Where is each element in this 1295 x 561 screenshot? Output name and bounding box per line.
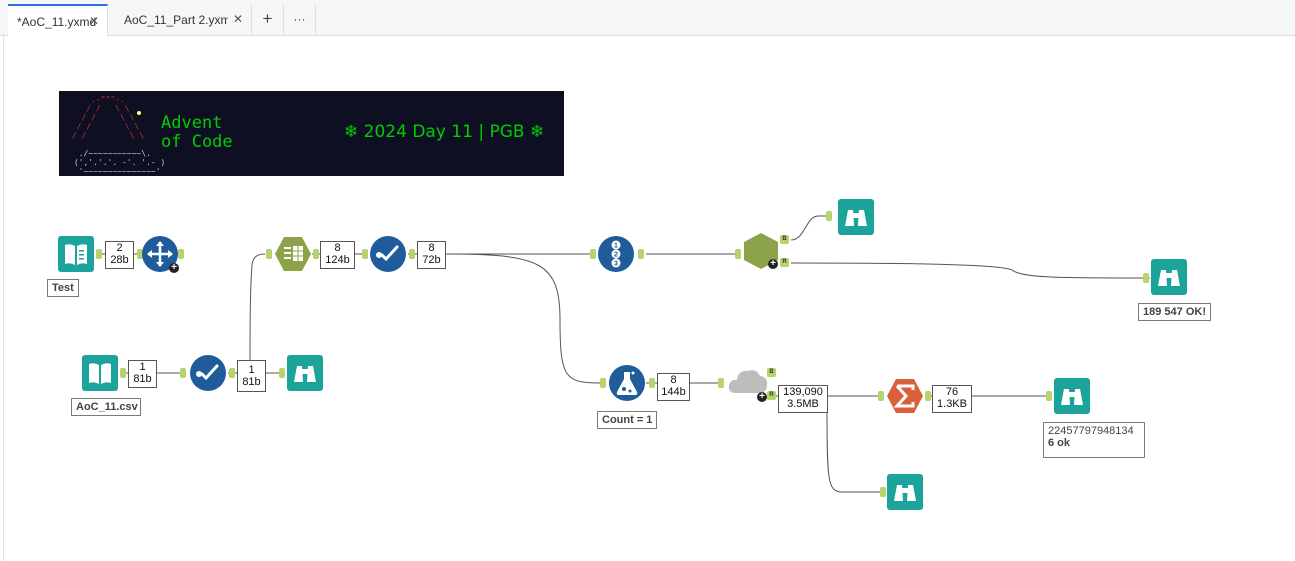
- text-to-columns-icon: [275, 237, 311, 271]
- binoculars-browse-icon: [287, 355, 323, 391]
- binoculars-browse-icon: [1054, 378, 1090, 414]
- filter-tool[interactable]: [190, 355, 226, 391]
- output-anchor[interactable]: [638, 249, 644, 259]
- macro-r-anchor[interactable]: R: [767, 391, 776, 400]
- record-count-box: 8 72b: [417, 241, 446, 269]
- macro-b-anchor[interactable]: B: [767, 368, 776, 377]
- record-count-box: 1 81b: [237, 360, 266, 392]
- record-count-box: 1 81b: [128, 360, 157, 388]
- browse-tool[interactable]: [887, 474, 923, 510]
- record-count-box: 76 1.3KB: [932, 385, 972, 413]
- wire: [826, 409, 880, 493]
- output-anchor[interactable]: [649, 378, 655, 388]
- input-data-tool-test[interactable]: [58, 236, 94, 272]
- input-anchor[interactable]: [718, 378, 724, 388]
- svg-text:2: 2: [614, 252, 618, 259]
- input-anchor[interactable]: [266, 249, 272, 259]
- browse-tool[interactable]: [287, 355, 323, 391]
- binoculars-browse-icon: [887, 474, 923, 510]
- input-anchor[interactable]: [362, 249, 368, 259]
- input-anchor[interactable]: [826, 211, 832, 221]
- input-data-tool-csv[interactable]: [82, 355, 118, 391]
- record-count-box: 139,090 3.5MB: [778, 385, 828, 413]
- input-anchor[interactable]: [735, 249, 741, 259]
- output-anchor[interactable]: [120, 368, 126, 378]
- browse-tool[interactable]: [1151, 259, 1187, 295]
- input-anchor[interactable]: [1046, 391, 1052, 401]
- book-input-icon: [82, 355, 118, 391]
- summarize-tool[interactable]: [886, 378, 923, 414]
- output-anchor[interactable]: [178, 249, 184, 259]
- record-count-box: 8 124b: [320, 241, 355, 269]
- join-r-anchor[interactable]: R: [780, 258, 789, 267]
- output-anchor[interactable]: [313, 249, 319, 259]
- browse-tool[interactable]: [838, 199, 874, 235]
- text-to-columns-tool[interactable]: [274, 236, 311, 272]
- record-id-icon: 1 2 3: [611, 240, 621, 268]
- output-anchor[interactable]: [925, 391, 931, 401]
- binoculars-browse-icon: [1151, 259, 1187, 295]
- input-anchor[interactable]: [600, 378, 606, 388]
- input-anchor[interactable]: [279, 368, 285, 378]
- record-count-box: 2 28b: [105, 241, 134, 269]
- input-anchor[interactable]: [880, 487, 886, 497]
- output-anchor[interactable]: [96, 249, 102, 259]
- filter-tool[interactable]: [370, 236, 406, 272]
- input-anchor[interactable]: [1143, 273, 1149, 283]
- checkmark-filter-icon: [196, 364, 219, 381]
- annotation-line: 6 ok: [1048, 437, 1071, 449]
- wire: [790, 215, 826, 241]
- input-anchor[interactable]: [590, 249, 596, 259]
- connection-wires: [100, 215, 1151, 493]
- tool-annotation: 189 547 OK!: [1138, 303, 1211, 321]
- output-anchor[interactable]: [409, 249, 415, 259]
- wire: [790, 262, 1151, 279]
- tool-annotation: AoC_11.csv: [71, 398, 141, 416]
- checkmark-filter-icon: [376, 245, 399, 262]
- tool-annotation: 22457797948134 6 ok: [1043, 422, 1145, 458]
- container-plus-icon[interactable]: +: [757, 392, 767, 402]
- tool-annotation: Count = 1: [597, 411, 658, 429]
- svg-text:3: 3: [614, 261, 618, 268]
- record-id-tool[interactable]: 1 2 3: [598, 236, 634, 272]
- wire: [249, 253, 266, 374]
- formula-flask-icon: [616, 371, 638, 395]
- container-plus-icon[interactable]: +: [169, 263, 179, 273]
- wire: [445, 253, 601, 384]
- input-anchor[interactable]: [180, 368, 186, 378]
- record-count-box: 8 144b: [657, 373, 690, 401]
- join-b-anchor[interactable]: B: [780, 235, 789, 244]
- binoculars-browse-icon: [838, 199, 874, 235]
- output-anchor[interactable]: [229, 368, 235, 378]
- formula-tool[interactable]: [609, 365, 645, 401]
- summarize-sigma-icon: [887, 379, 923, 413]
- annotation-line: 22457797948134: [1048, 425, 1134, 437]
- svg-text:1: 1: [614, 243, 618, 250]
- browse-tool[interactable]: [1054, 378, 1090, 414]
- book-input-icon: [58, 236, 94, 272]
- container-plus-icon[interactable]: +: [768, 259, 778, 269]
- tool-annotation: Test: [47, 279, 79, 297]
- input-anchor[interactable]: [878, 391, 884, 401]
